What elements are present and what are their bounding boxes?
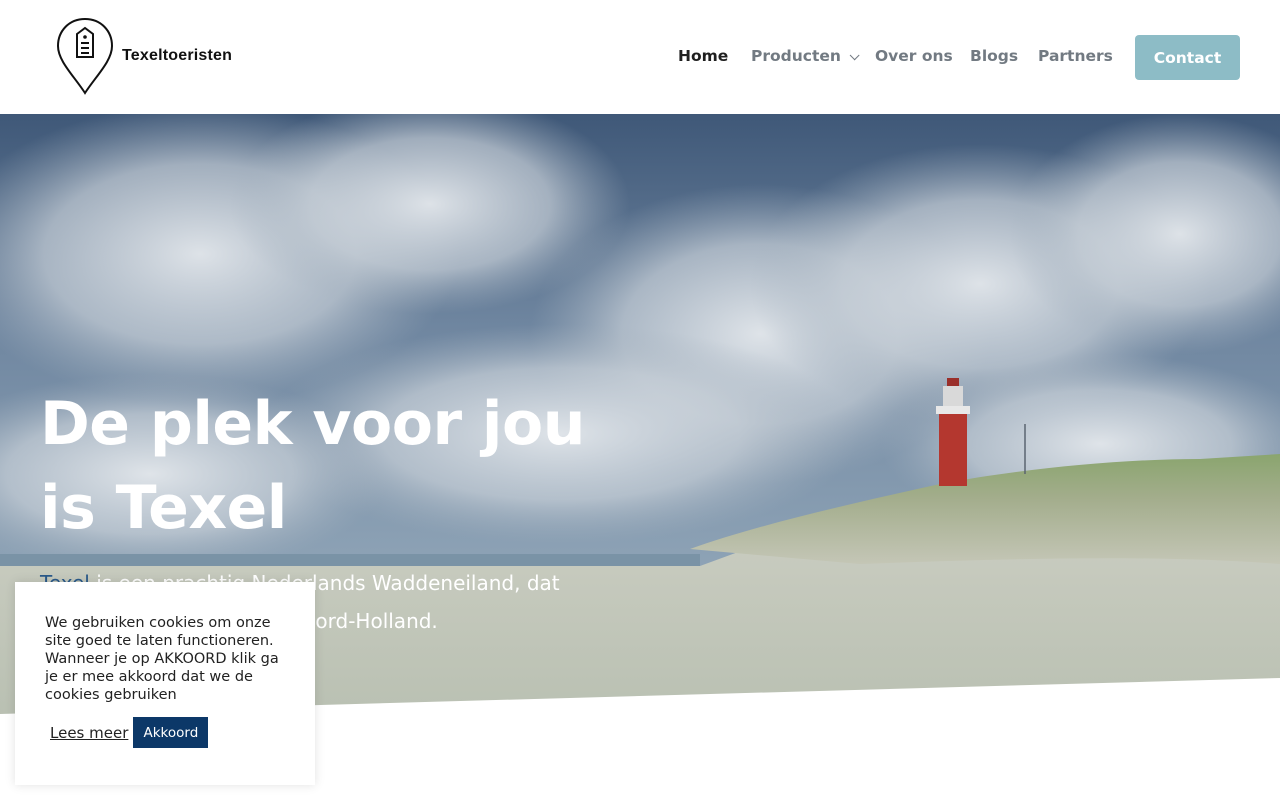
map-pin-logo-icon [56, 17, 114, 95]
brand-name: Texeltoeristen [122, 47, 233, 64]
nav-item-partners[interactable]: Partners [1038, 47, 1113, 65]
site-logo[interactable]: Texeltoeristen [56, 16, 246, 96]
cookie-message: We gebruiken cookies om onze site goed t… [45, 615, 279, 703]
hero-title: De plek voor jou is Texel [40, 389, 585, 543]
nav-item-blogs[interactable]: Blogs [970, 47, 1018, 65]
read-more-link[interactable]: Lees meer [50, 724, 128, 742]
lighthouse-tower [939, 414, 967, 486]
cookie-actions: Lees meer Akkoord [50, 717, 209, 748]
nav-item-producten-label: Producten [751, 47, 841, 65]
contact-button[interactable]: Contact [1135, 35, 1240, 80]
chevron-down-icon [849, 50, 860, 61]
nav-item-home[interactable]: Home [678, 47, 728, 65]
accept-cookies-button[interactable]: Akkoord [133, 717, 209, 748]
nav-item-over-ons[interactable]: Over ons [875, 47, 953, 65]
site-header: Texeltoeristen Home Producten Over ons B… [0, 0, 1280, 114]
cookie-banner: We gebruiken cookies om onze site goed t… [15, 582, 315, 785]
nav-item-producten[interactable]: Producten [751, 47, 860, 65]
